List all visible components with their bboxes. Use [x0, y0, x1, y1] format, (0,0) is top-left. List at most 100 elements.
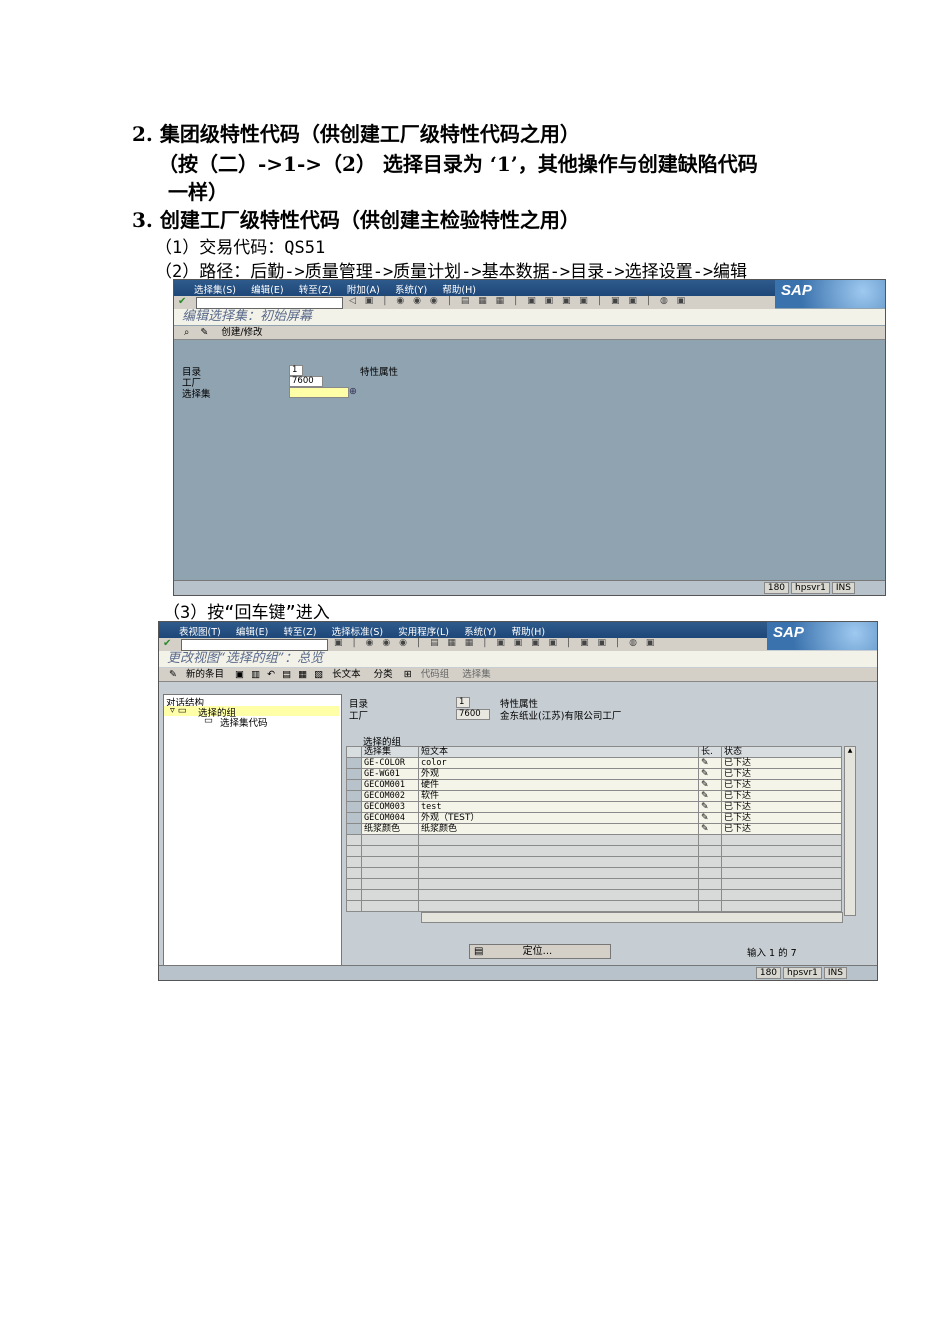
table-row-empty[interactable]	[346, 856, 842, 868]
selset-cell[interactable]: GE-WG01	[361, 768, 419, 780]
column-header[interactable]: 状态	[721, 746, 842, 758]
long-text-icon[interactable]: ✎	[698, 779, 722, 791]
mode-field: INS	[823, 967, 847, 979]
client-field: 180	[763, 582, 790, 594]
menu-item[interactable]: 转至(Z)	[284, 627, 317, 638]
selset-cell[interactable]: GECOM001	[361, 779, 419, 791]
menu-item[interactable]: 选择集(S)	[194, 285, 236, 296]
table-row-empty[interactable]	[346, 845, 842, 857]
status-cell: 已下达	[721, 779, 842, 791]
long-text-icon[interactable]: ✎	[698, 801, 722, 813]
table-row[interactable]: GECOM002 软件 ✎ 已下达	[346, 790, 842, 802]
column-header[interactable]: 短文本	[418, 746, 699, 758]
selset-cell[interactable]: GECOM004	[361, 812, 419, 824]
selset-cell[interactable]: GE-COLOR	[361, 757, 419, 769]
menu-item[interactable]: 帮助(H)	[442, 285, 476, 296]
selected-set-button[interactable]: 选择集	[462, 669, 491, 680]
new-entries-button[interactable]: 新的条目	[186, 669, 224, 680]
delete-icon[interactable]: ▥	[251, 669, 260, 680]
select-block-icon[interactable]: ▦	[298, 669, 307, 680]
table-row[interactable]: GE-WG01 外观 ✎ 已下达	[346, 768, 842, 780]
table-row-empty[interactable]	[346, 900, 842, 912]
table-row[interactable]: GECOM001 硬件 ✎ 已下达	[346, 779, 842, 791]
selset-cell[interactable]: GECOM002	[361, 790, 419, 802]
enter-icon[interactable]: ✔	[163, 638, 171, 649]
vertical-scrollbar[interactable]: ▲	[844, 746, 856, 916]
enter-icon[interactable]: ✔	[178, 296, 186, 307]
table-row[interactable]: GE-COLOR color ✎ 已下达	[346, 757, 842, 769]
sap-window-initial: 选择集(S) 编辑(E) 转至(Z) 附加(A) 系统(Y) 帮助(H) ▭ ▣…	[173, 279, 886, 596]
selset-cell[interactable]: 纸浆颜色	[361, 823, 419, 835]
column-header[interactable]: 选择集	[361, 746, 419, 758]
status-cell: 已下达	[721, 757, 842, 769]
search-help-icon[interactable]: ⊕	[349, 386, 357, 397]
tree-node-set-codes[interactable]: 选择集代码	[220, 715, 268, 729]
sap-logo: SAP	[767, 622, 877, 650]
long-text-icon[interactable]: ✎	[698, 757, 722, 769]
short-text-cell[interactable]: 纸浆颜色	[418, 823, 699, 835]
menu-item[interactable]: 实用程序(L)	[398, 627, 449, 638]
menu-item[interactable]: 编辑(E)	[251, 285, 283, 296]
long-text-icon[interactable]: ✎	[698, 823, 722, 835]
menu-item[interactable]: 编辑(E)	[236, 627, 268, 638]
select-all-icon[interactable]: ▤	[282, 669, 291, 680]
short-text-cell[interactable]: 软件	[418, 790, 699, 802]
catalog-field[interactable]: 1	[289, 365, 303, 376]
menu-item[interactable]: 转至(Z)	[299, 285, 332, 296]
short-text-cell[interactable]: 外观	[418, 768, 699, 780]
long-text-icon[interactable]: ✎	[698, 812, 722, 824]
short-text-cell[interactable]: color	[418, 757, 699, 769]
menu-item[interactable]: 选择标准(S)	[332, 627, 383, 638]
table-row-empty[interactable]	[346, 889, 842, 901]
copy-icon[interactable]: ▣	[235, 669, 244, 680]
menu-bar: 表视图(T) 编辑(E) 转至(Z) 选择标准(S) 实用程序(L) 系统(Y)…	[159, 622, 877, 650]
plant-field[interactable]: 7600	[289, 376, 323, 387]
catalog-description: 特性属性	[360, 367, 399, 378]
code-group-button[interactable]: 代码组	[421, 669, 450, 680]
deselect-icon[interactable]: ▧	[314, 669, 323, 680]
status-cell: 已下达	[721, 823, 842, 835]
hierarchy-icon[interactable]: ⊞	[404, 669, 412, 680]
selset-field[interactable]	[289, 387, 349, 398]
table-row[interactable]: GECOM003 test ✎ 已下达	[346, 801, 842, 813]
table-row-empty[interactable]	[346, 834, 842, 846]
locate-button[interactable]: ▤ 定位...	[469, 944, 611, 959]
short-text-cell[interactable]: test	[418, 801, 699, 813]
menu-item[interactable]: 系统(Y)	[464, 627, 496, 638]
standard-toolbar: ✔ ▣ │ ◉ ◉ ◉ │ ▤ ▦ ▦ │ ▣ ▣ ▣ ▣ │ ▣ ▣ │ ◍ …	[159, 638, 767, 652]
pencil-icon[interactable]: ✎	[200, 327, 208, 338]
classify-button[interactable]: 分类	[374, 669, 393, 680]
column-header[interactable]: 长.	[698, 746, 722, 758]
selset-cell[interactable]: GECOM003	[361, 801, 419, 813]
menu-bar: 选择集(S) 编辑(E) 转至(Z) 附加(A) 系统(Y) 帮助(H) ▭ ▣…	[174, 280, 885, 308]
menu-item[interactable]: 附加(A)	[347, 285, 380, 296]
short-text-cell[interactable]: 外观（TEST）	[418, 812, 699, 824]
undo-icon[interactable]: ↶	[267, 669, 275, 680]
folder-icon: ▭	[204, 715, 213, 726]
menu-item[interactable]: 帮助(H)	[512, 627, 546, 638]
menu-item[interactable]: 表视图(T)	[179, 627, 221, 638]
table-row-empty[interactable]	[346, 878, 842, 890]
command-field[interactable]	[181, 639, 328, 651]
toolbar-icons[interactable]: ◁ ▣ │ ◉ ◉ ◉ │ ▤ ▦ ▦ │ ▣ ▣ ▣ ▣ │ ▣ ▣ │ ◍ …	[349, 296, 688, 306]
table-row[interactable]: GECOM004 外观（TEST） ✎ 已下达	[346, 812, 842, 824]
folder-open-icon: ▿ ▭	[170, 705, 187, 716]
horizontal-scrollbar[interactable]	[421, 912, 843, 923]
display-icon[interactable]: ⌕	[184, 327, 189, 338]
status-cell: 已下达	[721, 790, 842, 802]
change-display-icon[interactable]: ✎	[169, 669, 177, 680]
menu-item[interactable]: 系统(Y)	[395, 285, 427, 296]
short-text-cell[interactable]: 硬件	[418, 779, 699, 791]
row-selector-header[interactable]	[346, 746, 362, 758]
long-text-icon[interactable]: ✎	[698, 790, 722, 802]
locate-icon: ▤	[474, 946, 484, 957]
toolbar-icons[interactable]: ▣ │ ◉ ◉ ◉ │ ▤ ▦ ▦ │ ▣ ▣ ▣ ▣ │ ▣ ▣ │ ◍ ▣	[334, 638, 657, 648]
long-text-button[interactable]: 长文本	[332, 669, 361, 680]
table-row[interactable]: 纸浆颜色 纸浆颜色 ✎ 已下达	[346, 823, 842, 835]
heading-2: 2. 集团级特性代码（供创建工厂级特性代码之用）	[132, 122, 580, 146]
scroll-up-icon[interactable]: ▲	[845, 747, 855, 754]
table-row-empty[interactable]	[346, 867, 842, 879]
long-text-icon[interactable]: ✎	[698, 768, 722, 780]
create-change-button[interactable]: 创建/修改	[221, 327, 262, 338]
command-field[interactable]	[196, 297, 343, 309]
